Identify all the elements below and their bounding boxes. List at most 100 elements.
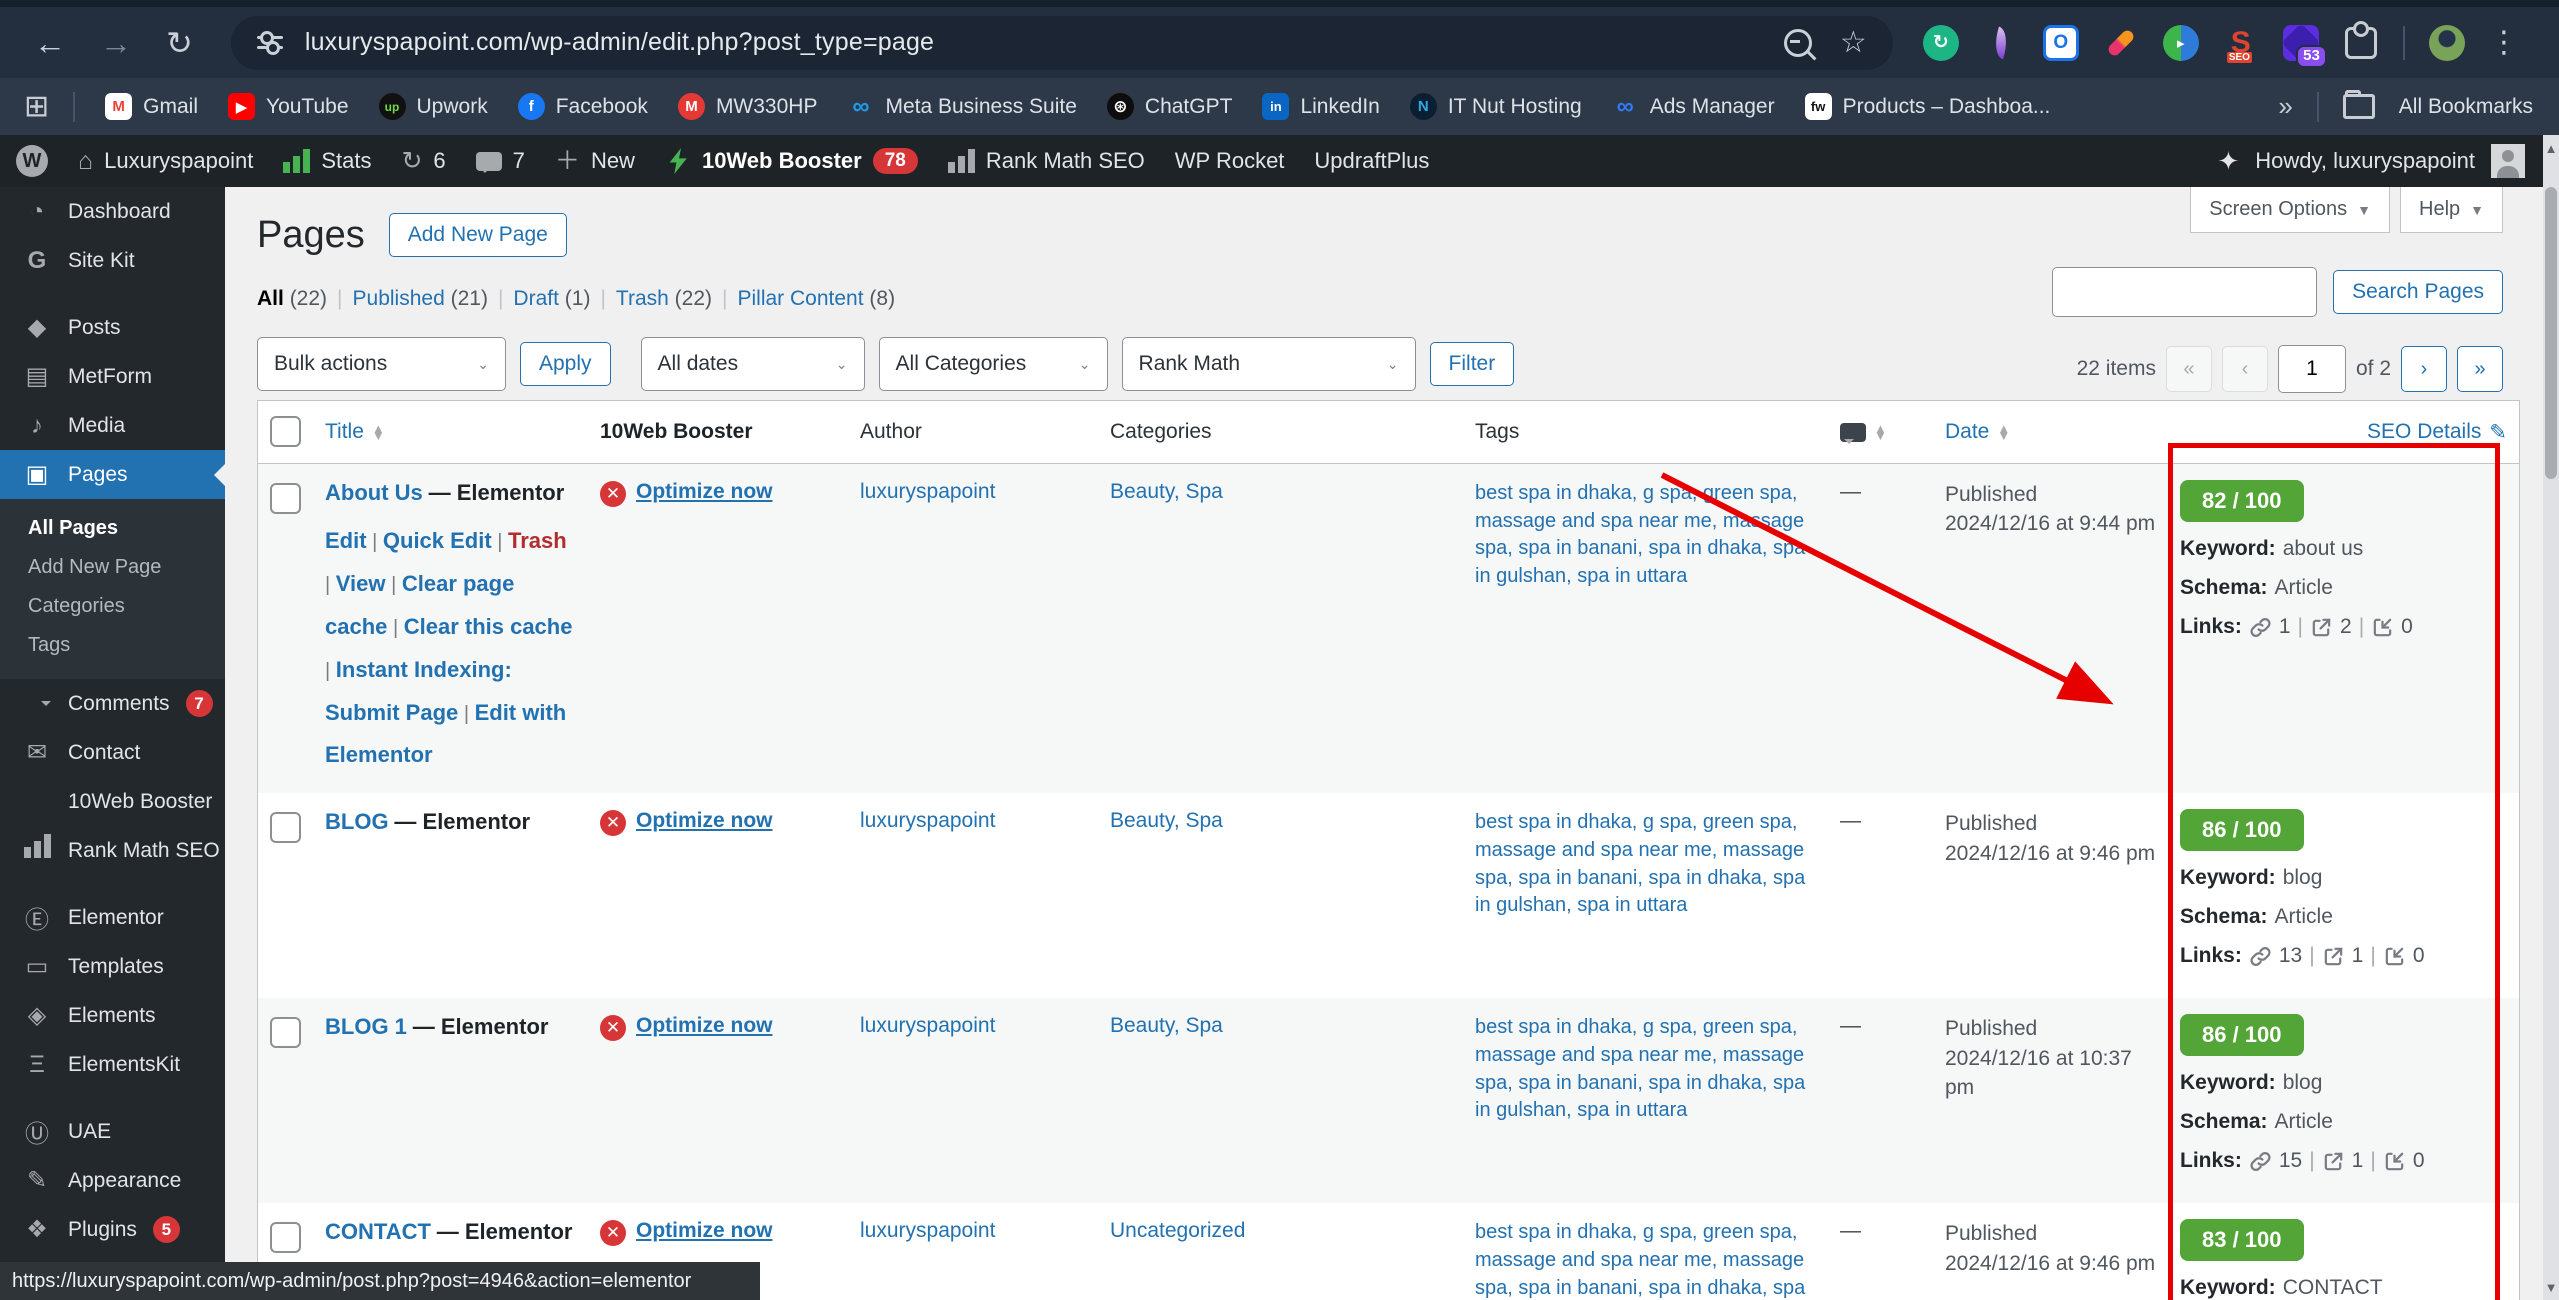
author-link[interactable]: luxuryspapoint [860, 1219, 995, 1242]
adminbar-updraftplus[interactable]: UpdraftPlus [1314, 148, 1429, 174]
search-pages-button[interactable]: Search Pages [2333, 270, 2503, 314]
row-checkbox[interactable] [270, 812, 301, 843]
apply-button[interactable]: Apply [520, 342, 611, 386]
howdy-account[interactable]: Howdy, luxuryspapoint [2255, 148, 2475, 174]
bookmark-youtube[interactable]: ▶ YouTube [228, 93, 349, 120]
categories-link[interactable]: Uncategorized [1110, 1219, 1245, 1242]
bookmark-linkedin[interactable]: in LinkedIn [1262, 93, 1379, 120]
bookmark-meta-business-suite[interactable]: ∞ Meta Business Suite [847, 93, 1076, 120]
idm-extension-icon[interactable]: ▸ [2163, 25, 2199, 61]
adminbar-rank-math[interactable]: Rank Math SEO [948, 148, 1145, 174]
bookmark-upwork[interactable]: up Upwork [379, 93, 488, 120]
sidebar-item-posts[interactable]: ◆Posts [0, 303, 225, 352]
adminbar-stats[interactable]: Stats [283, 148, 371, 174]
wp-user-avatar[interactable] [2491, 144, 2525, 178]
rank-math-select[interactable]: Rank Math⌄ [1122, 337, 1416, 391]
filter-published[interactable]: Published (21) [353, 287, 488, 310]
page-title-link[interactable]: About Us [325, 480, 423, 505]
sidebar-item-elements[interactable]: ◈Elements [0, 991, 225, 1040]
categories-link[interactable]: Beauty, Spa [1110, 809, 1223, 832]
bookmark-mw330hp[interactable]: M MW330HP [678, 93, 818, 120]
filter-trash[interactable]: Trash (22) [616, 287, 712, 310]
scroll-down-icon[interactable]: ▼ [2543, 1274, 2559, 1300]
purple-extension-icon[interactable]: 53 [2283, 25, 2319, 61]
sidebar-item-media[interactable]: ♪Media [0, 401, 225, 450]
extensions-puzzle-icon[interactable] [2343, 25, 2379, 61]
sidebar-item-contact[interactable]: ✉Contact [0, 728, 225, 777]
feather-extension-icon[interactable] [1983, 25, 2019, 61]
author-link[interactable]: luxuryspapoint [860, 809, 995, 832]
bookmark-facebook[interactable]: f Facebook [518, 93, 648, 120]
column-date[interactable]: Date▲▼ [1933, 401, 2168, 463]
bookmark-chatgpt[interactable]: ⊛ ChatGPT [1107, 93, 1233, 120]
tags-links[interactable]: best spa in dhaka, g spa, green spa, mas… [1475, 482, 1805, 587]
row-checkbox[interactable] [270, 483, 301, 514]
select-all-checkbox[interactable] [270, 416, 301, 447]
author-link[interactable]: luxuryspapoint [860, 1014, 995, 1037]
bulk-actions-select[interactable]: Bulk actions⌄ [257, 337, 506, 391]
optimize-now-link[interactable]: Optimize now [636, 480, 773, 504]
bookmark-gmail[interactable]: M Gmail [105, 93, 198, 120]
tags-links[interactable]: best spa in dhaka, g spa, green spa, mas… [1475, 811, 1805, 916]
row-checkbox[interactable] [270, 1017, 301, 1048]
sidebar-item-site-kit[interactable]: GSite Kit [0, 236, 225, 285]
reload-icon[interactable]: ↻ [166, 27, 193, 59]
optimize-now-link[interactable]: Optimize now [636, 809, 773, 833]
sidebar-item-elementor[interactable]: ⒺElementor [0, 893, 225, 942]
adminbar-comments[interactable]: 7 [476, 148, 525, 174]
page-scrollbar[interactable]: ▲ ▼ [2543, 135, 2559, 1300]
help-tab[interactable]: Help ▼ [2400, 187, 2503, 233]
adminbar-site-name[interactable]: ⌂ Luxuryspapoint [78, 148, 253, 174]
address-bar[interactable]: luxuryspapoint.com/wp-admin/edit.php?pos… [231, 16, 1893, 70]
bookmark-it-nut-hosting[interactable]: N IT Nut Hosting [1410, 93, 1582, 120]
sidebar-item-elementskit[interactable]: ΞElementsKit [0, 1040, 225, 1089]
adminbar-wp-rocket[interactable]: WP Rocket [1175, 148, 1285, 174]
action-clear-this-cache[interactable]: Clear this cache [404, 614, 573, 639]
sidebar-item-templates[interactable]: ▭Templates [0, 942, 225, 991]
action-edit[interactable]: Edit [325, 528, 367, 553]
ai-sparkle-icon[interactable]: ✦ [2218, 146, 2240, 177]
back-icon[interactable]: ← [34, 27, 66, 59]
next-page-button[interactable]: › [2401, 346, 2447, 392]
sidebar-item-comments[interactable]: Comments 7 [0, 679, 225, 728]
column-comments[interactable]: ▲▼ [1828, 401, 1933, 463]
dates-select[interactable]: All dates⌄ [641, 337, 865, 391]
screen-options-tab[interactable]: Screen Options ▼ [2190, 187, 2390, 233]
filter-draft[interactable]: Draft (1) [513, 287, 590, 310]
sidebar-item-rank-math[interactable]: Rank Math SEO [0, 826, 225, 875]
categories-link[interactable]: Beauty, Spa [1110, 1014, 1223, 1037]
tags-links[interactable]: best spa in dhaka, g spa, green spa, mas… [1475, 1016, 1805, 1121]
scrollbar-thumb[interactable] [2545, 187, 2557, 479]
apps-grid-icon[interactable]: ⊞ [24, 92, 49, 122]
row-checkbox[interactable] [270, 1222, 301, 1253]
sidebar-item-pages[interactable]: ▣Pages [0, 450, 225, 499]
bookmark-ads-manager[interactable]: ∞ Ads Manager [1612, 93, 1775, 120]
add-new-page-button[interactable]: Add New Page [389, 213, 567, 257]
sidebar-item-10web-booster[interactable]: 10Web Booster [0, 777, 225, 826]
zoom-search-icon[interactable] [1784, 29, 1812, 57]
sidebar-item-dashboard[interactable]: ◔Dashboard [0, 187, 225, 236]
last-page-button[interactable]: » [2457, 346, 2503, 392]
browser-menu-icon[interactable]: ⋮ [2489, 35, 2519, 50]
bookmark-star-icon[interactable]: ☆ [1840, 28, 1867, 58]
sync-extension-icon[interactable]: ↻ [1923, 25, 1959, 61]
filter-pillar-content[interactable]: Pillar Content (8) [738, 287, 896, 310]
submenu-all-pages[interactable]: All Pages [0, 509, 225, 548]
adminbar-updates[interactable]: ↻ 6 [401, 148, 445, 174]
submenu-tags[interactable]: Tags [0, 626, 225, 665]
page-title-link[interactable]: BLOG 1 [325, 1014, 407, 1039]
bookmark-products-dashboard[interactable]: fw Products – Dashboa... [1805, 93, 2051, 120]
optimize-now-link[interactable]: Optimize now [636, 1014, 773, 1038]
action-view[interactable]: View [336, 571, 386, 596]
submenu-categories[interactable]: Categories [0, 587, 225, 626]
page-title-link[interactable]: CONTACT [325, 1219, 431, 1244]
action-quick-edit[interactable]: Quick Edit [383, 528, 492, 553]
search-input[interactable] [2052, 267, 2317, 317]
column-seo-details[interactable]: SEO Details✎ [2168, 401, 2519, 463]
adminbar-new[interactable]: ＋ New [555, 148, 635, 174]
scroll-up-icon[interactable]: ▲ [2543, 135, 2559, 161]
wp-logo[interactable]: W [16, 145, 48, 177]
sidebar-item-metform[interactable]: ▤MetForm [0, 352, 225, 401]
color-picker-extension-icon[interactable] [2103, 25, 2139, 61]
adminbar-10web-booster[interactable]: 10Web Booster 78 [665, 148, 918, 174]
